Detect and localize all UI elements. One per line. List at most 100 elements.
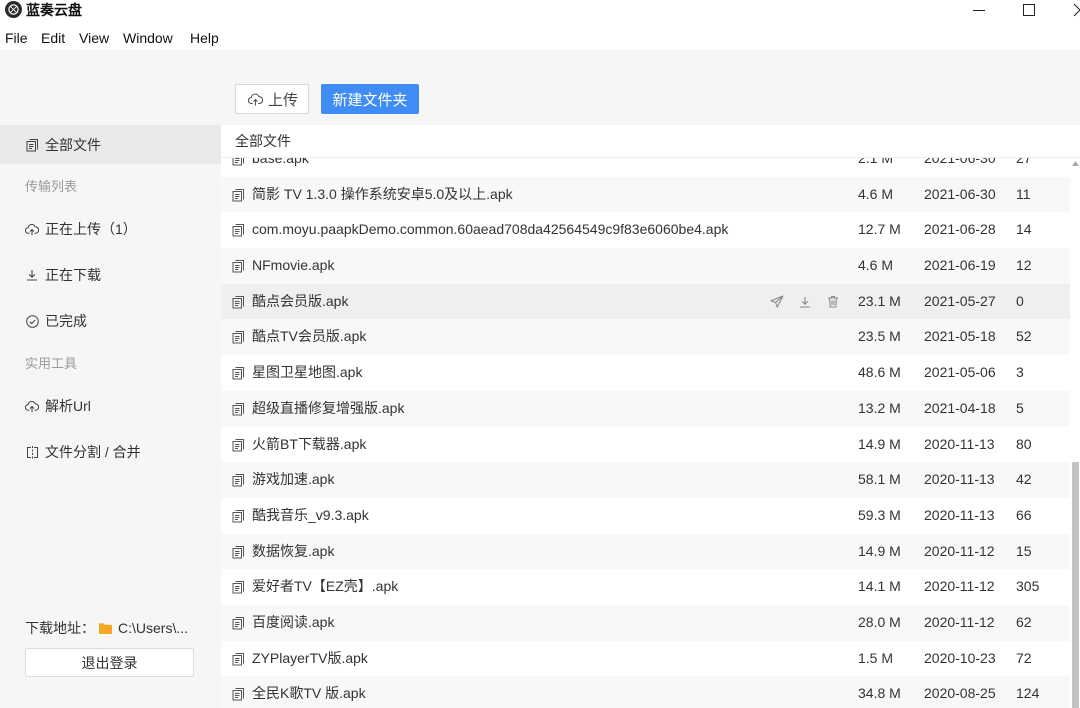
file-download-count: 62 [1016, 613, 1032, 630]
sidebar-item-all-files[interactable]: 全部文件 [0, 125, 221, 164]
file-row[interactable]: 全民K歌TV 版.apk 34.8 M 2020-08-25 124 [221, 676, 1070, 708]
file-icon [232, 509, 245, 523]
share-icon[interactable] [770, 295, 784, 309]
file-list-icon [25, 138, 39, 152]
file-date: 2020-11-12 [924, 613, 995, 630]
scrollbar[interactable] [1071, 158, 1080, 708]
app-logo-icon [5, 1, 22, 18]
file-row[interactable]: 爱好者TV【EZ壳】.apk 14.1 M 2020-11-12 305 [221, 569, 1070, 605]
download-path-value[interactable]: C:\Users\... [118, 620, 188, 636]
file-download-count: 27 [1016, 157, 1032, 166]
file-date: 2021-06-30 [924, 157, 996, 166]
menu-view[interactable]: View [79, 26, 109, 50]
file-download-count: 42 [1016, 471, 1032, 488]
new-folder-button[interactable]: 新建文件夹 [321, 84, 419, 114]
file-name: base.apk [252, 157, 309, 166]
file-download-count: 72 [1016, 649, 1032, 666]
sidebar-item-label: 正在上传（1） [45, 221, 137, 237]
file-size: 59.3 M [858, 506, 901, 523]
file-date: 2021-06-19 [924, 257, 996, 274]
file-icon [232, 438, 245, 452]
file-row[interactable]: 酷点会员版.apk 23.1 M 2021-05-27 0 [221, 283, 1070, 320]
file-download-count: 5 [1016, 399, 1024, 416]
file-icon [232, 223, 245, 237]
file-download-count: 0 [1016, 292, 1024, 309]
file-row[interactable]: 酷我音乐_v9.3.apk 59.3 M 2020-11-13 66 [221, 498, 1070, 534]
cloud-icon [25, 399, 39, 413]
file-date: 2020-11-13 [924, 506, 995, 523]
file-download-count: 52 [1016, 328, 1032, 345]
file-icon [232, 188, 245, 202]
check-circle-icon [25, 314, 39, 328]
download-path-label: 下载地址： [25, 620, 95, 636]
close-button[interactable] [1066, 3, 1080, 17]
sidebar-item-downloading[interactable]: 正在下载 [0, 255, 221, 295]
file-row[interactable]: 星图卫星地图.apk 48.6 M 2021-05-06 3 [221, 355, 1070, 391]
file-name: NFmovie.apk [252, 257, 335, 274]
minimize-button[interactable] [972, 3, 986, 17]
file-date: 2021-06-28 [924, 221, 996, 238]
maximize-button[interactable] [1022, 3, 1036, 17]
file-row[interactable]: ZYPlayerTV版.apk 1.5 M 2020-10-23 72 [221, 641, 1070, 677]
file-row[interactable]: base.apk 2.1 M 2021-06-30 27 [221, 157, 1070, 177]
menu-edit[interactable]: Edit [41, 26, 65, 50]
file-rows: base.apk 2.1 M 2021-06-30 27 简影 TV 1.3.0 操作系… [221, 157, 1070, 708]
file-size: 23.1 M [858, 292, 901, 309]
upload-button[interactable]: 上传 [235, 84, 309, 114]
menu-file[interactable]: File [5, 26, 28, 50]
file-download-count: 66 [1016, 506, 1032, 523]
file-date: 2021-05-27 [924, 292, 996, 309]
file-row[interactable]: 简影 TV 1.3.0 操作系统安卓5.0及以上.apk 4.6 M 2021-06… [221, 176, 1070, 213]
file-download-count: 11 [1016, 185, 1031, 202]
file-date: 2021-06-30 [924, 185, 996, 202]
file-row[interactable]: NFmovie.apk 4.6 M 2021-06-19 12 [221, 248, 1070, 284]
breadcrumb[interactable]: 全部文件 [235, 125, 291, 157]
file-size: 14.1 M [858, 578, 901, 595]
file-row[interactable]: 游戏加速.apk 58.1 M 2020-11-13 42 [221, 462, 1070, 498]
file-size: 48.6 M [858, 364, 901, 381]
file-row[interactable]: 酷点TV会员版.apk 23.5 M 2021-05-18 52 [221, 319, 1070, 356]
file-row[interactable]: 超级直播修复增强版.apk 13.2 M 2021-04-18 5 [221, 390, 1070, 427]
file-row[interactable]: 百度阅读.apk 28.0 M 2020-11-12 62 [221, 604, 1070, 641]
file-list[interactable]: base.apk 2.1 M 2021-06-30 27 简影 TV 1.3.0 操作系… [221, 157, 1080, 708]
cloud-upload-icon [25, 222, 39, 236]
file-icon [232, 330, 245, 344]
file-row[interactable]: 数据恢复.apk 14.9 M 2020-11-12 15 [221, 533, 1070, 570]
file-name: 爱好者TV【EZ壳】.apk [252, 578, 399, 595]
scroll-up-arrow-icon[interactable] [1072, 161, 1079, 166]
file-icon [232, 545, 245, 559]
file-download-count: 3 [1016, 364, 1024, 381]
file-size: 2.1 M [858, 157, 894, 166]
file-size: 13.2 M [858, 399, 901, 416]
app-title: 蓝奏云盘 [26, 2, 82, 18]
file-row[interactable]: com.moyu.paapkDemo.common.60aead708da425… [221, 212, 1070, 248]
file-row[interactable]: 火箭BT下载器.apk 14.9 M 2020-11-13 80 [221, 427, 1070, 463]
file-name: 星图卫星地图.apk [252, 364, 363, 381]
section-tools: 实用工具 [25, 356, 78, 371]
file-name: 百度阅读.apk [252, 613, 335, 630]
logout-button[interactable]: 退出登录 [25, 648, 194, 677]
file-size: 14.9 M [858, 542, 901, 559]
file-date: 2020-11-13 [924, 471, 995, 488]
file-size: 1.5 M [858, 649, 894, 666]
menu-window[interactable]: Window [123, 26, 173, 50]
sidebar-item-split-merge[interactable]: 文件分割 / 合并 [0, 432, 221, 472]
file-name: 简影 TV 1.3.0 操作系统安卓5.0及以上.apk [252, 185, 513, 202]
sidebar-item-label: 全部文件 [45, 136, 101, 153]
file-icon [232, 580, 245, 594]
sidebar-item-parse-url[interactable]: 解析Url [0, 386, 221, 426]
file-size: 34.8 M [858, 685, 901, 702]
sidebar-item-completed[interactable]: 已完成 [0, 301, 221, 341]
file-size: 58.1 M [858, 471, 901, 488]
file-size: 23.5 M [858, 328, 901, 345]
file-size: 12.7 M [858, 221, 901, 238]
menu-bar: File Edit View Window Help [0, 26, 1080, 50]
sidebar-item-label: 文件分割 / 合并 [45, 444, 141, 460]
delete-icon[interactable] [826, 295, 840, 309]
sidebar-item-uploading[interactable]: 正在上传（1） [0, 209, 221, 249]
file-name: 游戏加速.apk [252, 471, 335, 488]
download-icon[interactable] [798, 295, 812, 309]
scrollbar-thumb[interactable] [1072, 462, 1079, 708]
menu-help[interactable]: Help [190, 26, 219, 50]
folder-icon [99, 622, 112, 634]
